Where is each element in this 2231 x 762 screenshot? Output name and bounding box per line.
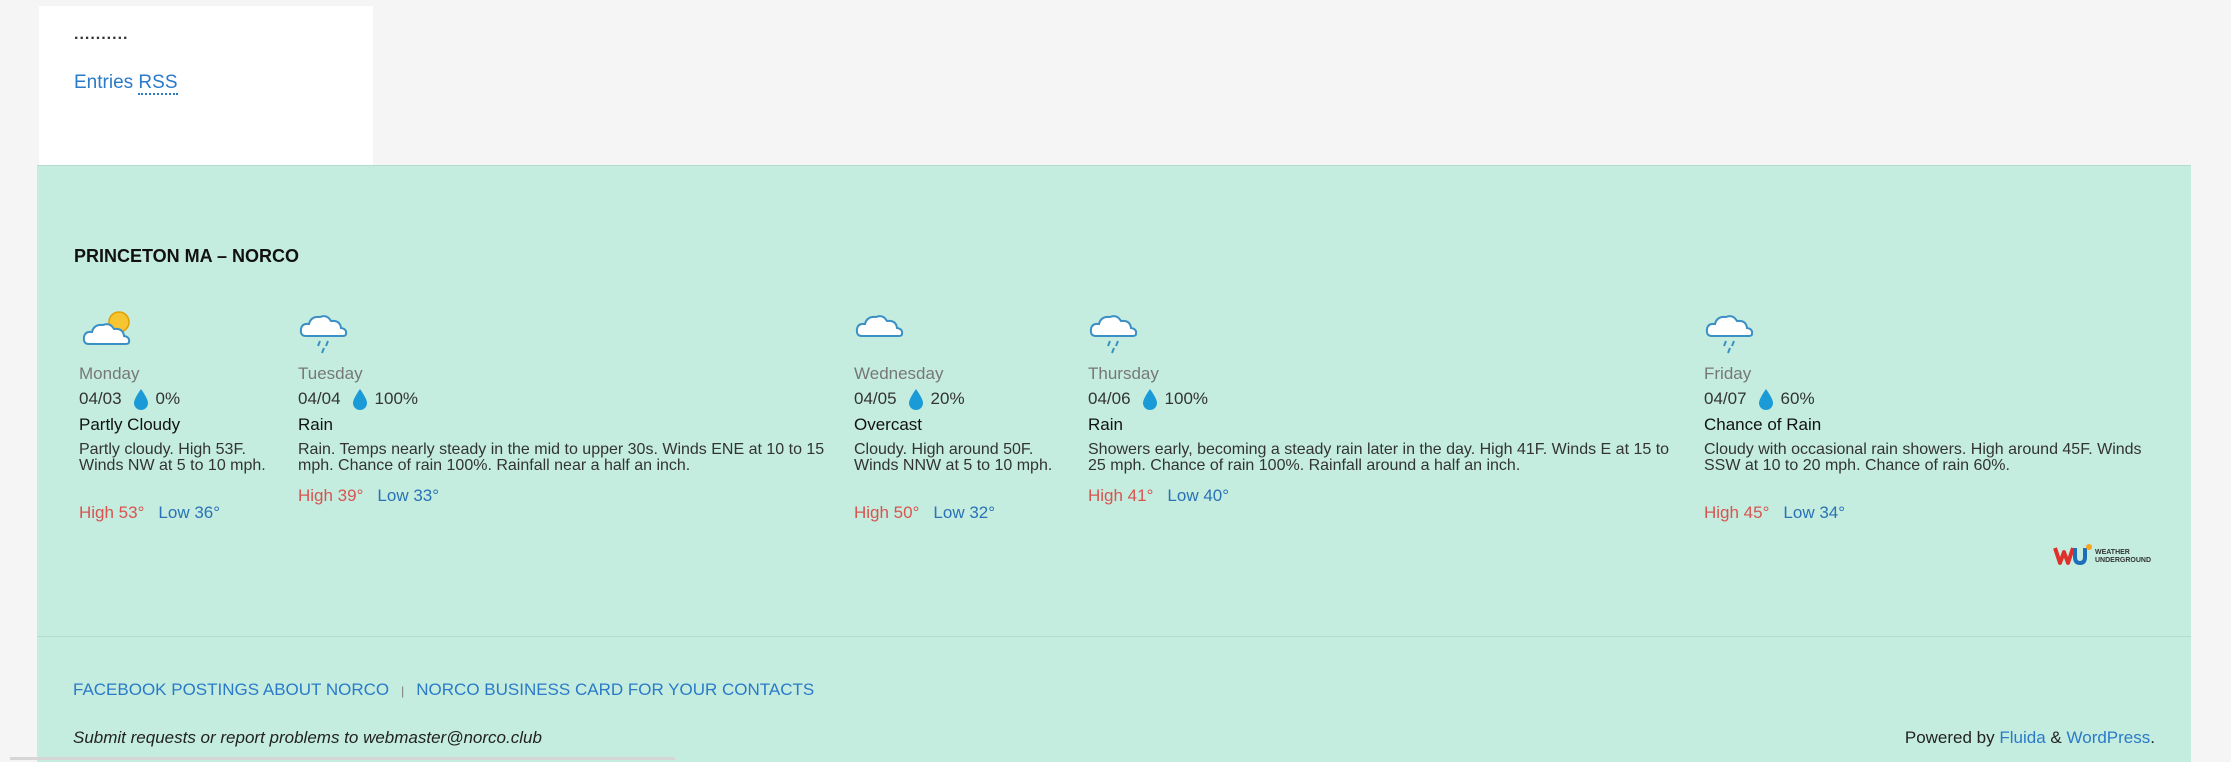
day-temps: High 45° Low 34° bbox=[1704, 503, 1845, 523]
rss-abbr[interactable]: RSS bbox=[138, 72, 178, 95]
rss-prefix[interactable]: Entries bbox=[74, 72, 133, 93]
svg-text:WEATHER: WEATHER bbox=[2095, 549, 2130, 556]
day-low: Low 36° bbox=[158, 503, 221, 522]
day-condition: Partly Cloudy bbox=[79, 415, 181, 434]
day-date: 04/06 bbox=[1088, 389, 1131, 408]
fluida-link[interactable]: Fluida bbox=[1999, 728, 2045, 747]
day-date-row: 04/06 100% bbox=[1088, 388, 1208, 410]
footer-note: Submit requests or report problems to we… bbox=[73, 728, 542, 747]
day-description: Rain. Temps nearly steady in the mid to … bbox=[298, 441, 825, 474]
day-date-row: 04/07 60% bbox=[1704, 388, 1815, 410]
day-description: Cloudy. High around 50F. Winds NNW at 5 … bbox=[854, 441, 1053, 474]
footer-link-business-card[interactable]: NORCO BUSINESS CARD FOR YOUR CONTACTS bbox=[416, 680, 814, 699]
rain-icon bbox=[299, 315, 348, 354]
day-low: Low 40° bbox=[1167, 486, 1230, 505]
raindrop-icon bbox=[1758, 389, 1773, 410]
day-temps: High 50° Low 32° bbox=[854, 503, 995, 523]
day-condition: Chance of Rain bbox=[1704, 415, 1822, 434]
day-precip: 60% bbox=[1780, 389, 1815, 408]
cloud-icon bbox=[855, 315, 904, 337]
day-high: High 53° bbox=[79, 503, 145, 522]
day-name: Tuesday bbox=[298, 364, 363, 383]
wordpress-link[interactable]: WordPress bbox=[2067, 728, 2151, 747]
day-description: Cloudy with occasional rain showers. Hig… bbox=[1704, 441, 2142, 474]
rain-icon bbox=[1705, 315, 1754, 354]
day-low: Low 32° bbox=[933, 503, 996, 522]
day-name: Friday bbox=[1704, 364, 1752, 383]
svg-text:UNDERGROUND: UNDERGROUND bbox=[2095, 557, 2151, 564]
day-date-row: 04/05 20% bbox=[854, 388, 965, 410]
day-high: High 41° bbox=[1088, 486, 1154, 505]
powered-period: . bbox=[2150, 728, 2155, 747]
horizontal-scrollbar[interactable] bbox=[10, 757, 675, 760]
entries-rss-link[interactable]: Entries RSS bbox=[74, 72, 178, 95]
content-area bbox=[373, 6, 2191, 165]
day-low: Low 34° bbox=[1783, 503, 1846, 522]
day-precip: 100% bbox=[374, 389, 419, 408]
day-temps: High 41° Low 40° bbox=[1088, 486, 1229, 506]
sidebar-dots: .......... bbox=[74, 26, 129, 43]
day-date: 04/04 bbox=[298, 389, 341, 408]
day-date: 04/07 bbox=[1704, 389, 1747, 408]
weather-widget-title: PRINCETON MA – NORCO bbox=[74, 246, 300, 266]
day-precip: 100% bbox=[1164, 389, 1209, 408]
day-description: Showers early, becoming a steady rain la… bbox=[1088, 441, 1670, 474]
powered-amp: & bbox=[2050, 728, 2062, 747]
day-name: Thursday bbox=[1088, 364, 1159, 383]
footer-link-facebook[interactable]: FACEBOOK POSTINGS ABOUT NORCO bbox=[73, 680, 389, 699]
day-name: Monday bbox=[79, 364, 140, 383]
raindrop-icon bbox=[352, 389, 367, 410]
raindrop-icon bbox=[908, 389, 923, 410]
footer-separator: | bbox=[401, 684, 405, 698]
day-condition: Overcast bbox=[854, 415, 923, 434]
day-name: Wednesday bbox=[854, 364, 944, 383]
rain-icon bbox=[1089, 315, 1138, 354]
day-high: High 50° bbox=[854, 503, 920, 522]
day-high: High 39° bbox=[298, 486, 364, 505]
raindrop-icon bbox=[133, 389, 148, 410]
footer-menu: FACEBOOK POSTINGS ABOUT NORCO | NORCO BUSI… bbox=[73, 680, 814, 700]
day-precip: 0% bbox=[155, 389, 181, 408]
weather-underground-logo[interactable]: WEATHER UNDERGROUND bbox=[2053, 543, 2157, 567]
day-date: 04/03 bbox=[79, 389, 122, 408]
partly-cloudy-icon bbox=[82, 311, 131, 345]
day-low: Low 33° bbox=[377, 486, 440, 505]
day-precip: 20% bbox=[930, 389, 965, 408]
day-description: Partly cloudy. High 53F. Winds NW at 5 t… bbox=[79, 441, 266, 474]
day-condition: Rain bbox=[1088, 415, 1123, 434]
day-date-row: 04/04 100% bbox=[298, 388, 418, 410]
day-date: 04/05 bbox=[854, 389, 897, 408]
day-high: High 45° bbox=[1704, 503, 1770, 522]
day-temps: High 53° Low 36° bbox=[79, 503, 220, 523]
day-date-row: 04/03 0% bbox=[79, 388, 180, 410]
day-temps: High 39° Low 33° bbox=[298, 486, 439, 506]
powered-by: Powered by Fluida & WordPress. bbox=[1905, 728, 2155, 748]
raindrop-icon bbox=[1142, 389, 1157, 410]
day-condition: Rain bbox=[298, 415, 333, 434]
powered-prefix: Powered by bbox=[1904, 728, 1995, 747]
